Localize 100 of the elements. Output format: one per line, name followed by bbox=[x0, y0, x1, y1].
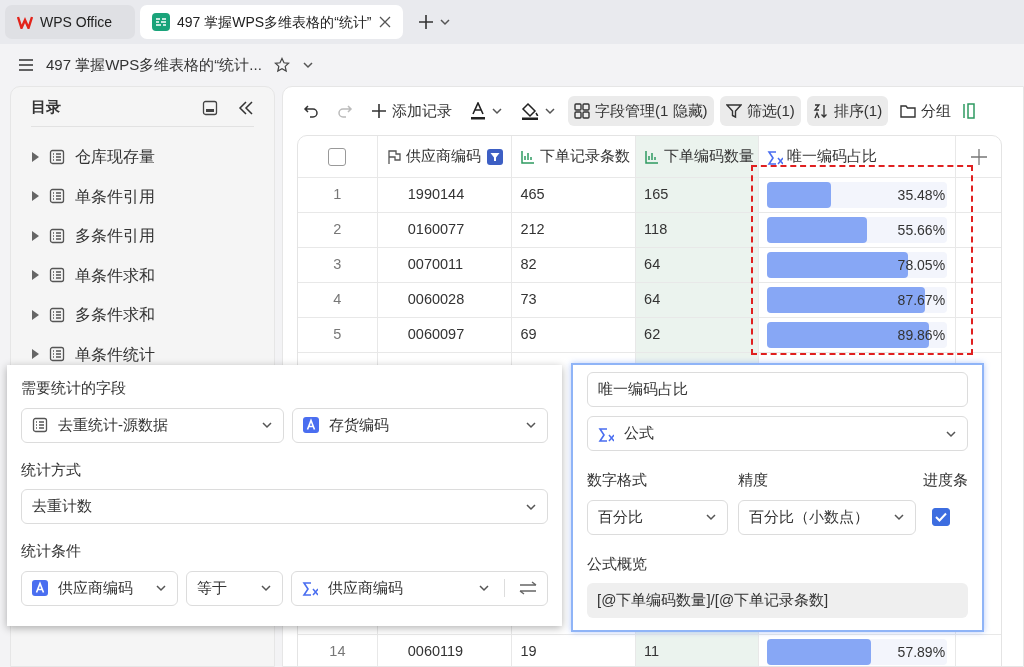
section-label: 统计方式 bbox=[21, 459, 82, 480]
row-number: 5 bbox=[298, 318, 378, 352]
percent-value: 55.66% bbox=[897, 220, 946, 240]
text-field-icon bbox=[303, 417, 319, 433]
field-label: 精度 bbox=[738, 470, 769, 490]
check-icon bbox=[935, 512, 947, 522]
sidebar-item[interactable]: 仓库现存量 bbox=[31, 137, 254, 177]
collapse-icon[interactable] bbox=[238, 100, 254, 115]
formula-icon bbox=[767, 148, 784, 165]
filter-icon[interactable] bbox=[487, 148, 504, 165]
expand-arrow-icon[interactable] bbox=[31, 309, 39, 320]
tab[interactable]: WPS Office bbox=[5, 5, 135, 39]
expand-arrow-icon[interactable] bbox=[31, 270, 39, 281]
toolbar-button[interactable]: 排序(1) bbox=[806, 96, 889, 126]
percent-value: 78.05% bbox=[897, 255, 946, 275]
folder-icon bbox=[900, 103, 917, 119]
dropdown[interactable]: 去重计数 bbox=[21, 489, 548, 524]
dropdown[interactable]: 存货编码 bbox=[292, 407, 548, 443]
sidebar-item[interactable]: 多条件求和 bbox=[31, 295, 254, 335]
wps-logo-icon bbox=[17, 15, 33, 29]
flag-icon bbox=[385, 148, 402, 165]
close-icon[interactable] bbox=[379, 16, 391, 28]
dropdown[interactable]: 供应商编码 bbox=[291, 570, 548, 606]
filter-icon bbox=[725, 103, 742, 119]
grid-icon bbox=[574, 103, 590, 119]
toolbar-button[interactable]: 筛选(1) bbox=[719, 96, 801, 126]
field-label: 公式概览 bbox=[587, 553, 648, 574]
tab[interactable]: 497 掌握WPS多维表格的“统计” bbox=[140, 5, 403, 39]
caret-icon bbox=[261, 419, 273, 431]
sidebar-item[interactable]: 单条件统计 bbox=[31, 334, 254, 374]
text-field-icon bbox=[32, 580, 48, 596]
table-cell: 1990144 bbox=[377, 178, 513, 212]
toolbar-button[interactable]: 字段管理(1 隐藏) bbox=[568, 96, 714, 126]
column-header[interactable]: 下单编码数量 bbox=[636, 136, 760, 177]
bar-chart-icon bbox=[644, 148, 661, 165]
dropdown[interactable]: 百分比（小数点） bbox=[738, 499, 916, 535]
section-label: 统计条件 bbox=[21, 541, 82, 561]
expand-arrow-icon[interactable] bbox=[31, 349, 39, 360]
row-number: 1 bbox=[298, 178, 378, 212]
sidebar-item[interactable]: 单条件引用 bbox=[31, 176, 254, 216]
dropdown[interactable]: 供应商编码 bbox=[21, 570, 178, 606]
swap-icon[interactable] bbox=[519, 581, 537, 595]
sidebar-item[interactable]: 多条件引用 bbox=[31, 216, 254, 256]
caret-icon bbox=[544, 105, 556, 117]
table-cell: 165 bbox=[636, 178, 759, 212]
row-number: 2 bbox=[298, 213, 378, 247]
formula-icon bbox=[598, 425, 614, 442]
add-column-icon[interactable] bbox=[969, 147, 988, 166]
table-icon bbox=[49, 227, 65, 244]
dropdown[interactable]: 等于 bbox=[186, 570, 283, 606]
caret-icon bbox=[155, 582, 167, 594]
caret-icon[interactable] bbox=[301, 59, 314, 71]
toolbar-button[interactable]: 添加记录 bbox=[365, 96, 458, 126]
field-label: 进度条 bbox=[923, 470, 968, 490]
column-header[interactable]: 供应商编码 bbox=[377, 136, 513, 177]
plus-icon bbox=[371, 103, 387, 119]
menu-icon[interactable] bbox=[18, 58, 34, 72]
table-cell: 64 bbox=[636, 283, 759, 317]
section-label: 需要统计的字段 bbox=[21, 378, 127, 398]
select-all-checkbox[interactable] bbox=[328, 147, 347, 166]
caret-icon bbox=[260, 582, 272, 594]
field-label: 数字格式 bbox=[587, 470, 648, 490]
plus-icon bbox=[418, 14, 434, 30]
table-cell: 62 bbox=[636, 318, 759, 352]
document-title: 497 掌握WPS多维表格的“统计... bbox=[46, 54, 262, 75]
table-cell: 0160077 bbox=[377, 213, 513, 247]
caret-icon bbox=[491, 105, 503, 117]
column-header[interactable]: 唯一编码占比 bbox=[759, 136, 957, 177]
toolbar-button[interactable]: 分组 bbox=[894, 96, 958, 126]
expand-arrow-icon[interactable] bbox=[31, 191, 39, 202]
table-icon bbox=[49, 148, 65, 165]
undo-icon bbox=[303, 103, 319, 119]
formula-preview: [@下单编码数量]/[@下单记录条数] bbox=[587, 583, 968, 618]
caret-icon bbox=[705, 511, 717, 523]
table-cell: 11 bbox=[636, 635, 759, 666]
star-icon[interactable] bbox=[273, 57, 290, 73]
dropdown[interactable]: 去重统计-源数据 bbox=[21, 407, 284, 443]
table-icon bbox=[49, 188, 65, 205]
expand-arrow-icon[interactable] bbox=[31, 230, 39, 241]
dropdown[interactable]: 公式 bbox=[587, 416, 968, 451]
table-cell: 0060028 bbox=[377, 283, 513, 317]
sidebar-item[interactable]: 单条件求和 bbox=[31, 255, 254, 295]
field-name-input[interactable]: 唯一编码占比 bbox=[587, 372, 968, 407]
row-number: 4 bbox=[298, 283, 378, 317]
text-color-icon bbox=[470, 102, 486, 120]
panel-icon[interactable] bbox=[202, 99, 218, 116]
table-icon bbox=[49, 346, 65, 363]
row-number: 3 bbox=[298, 248, 378, 282]
table-cell: 118 bbox=[636, 213, 759, 247]
expand-arrow-icon[interactable] bbox=[31, 151, 39, 162]
table-icon bbox=[32, 417, 48, 433]
sheet-logo-icon bbox=[152, 13, 170, 31]
percent-value: 89.86% bbox=[897, 325, 946, 345]
redo-icon bbox=[337, 103, 353, 119]
percent-value: 35.48% bbox=[897, 185, 946, 205]
caret-icon bbox=[525, 419, 537, 431]
table-cell: 0060097 bbox=[377, 318, 513, 352]
percent-value: 57.89% bbox=[897, 642, 946, 662]
progress-bar-checkbox[interactable] bbox=[932, 508, 950, 526]
dropdown[interactable]: 百分比 bbox=[587, 499, 728, 535]
